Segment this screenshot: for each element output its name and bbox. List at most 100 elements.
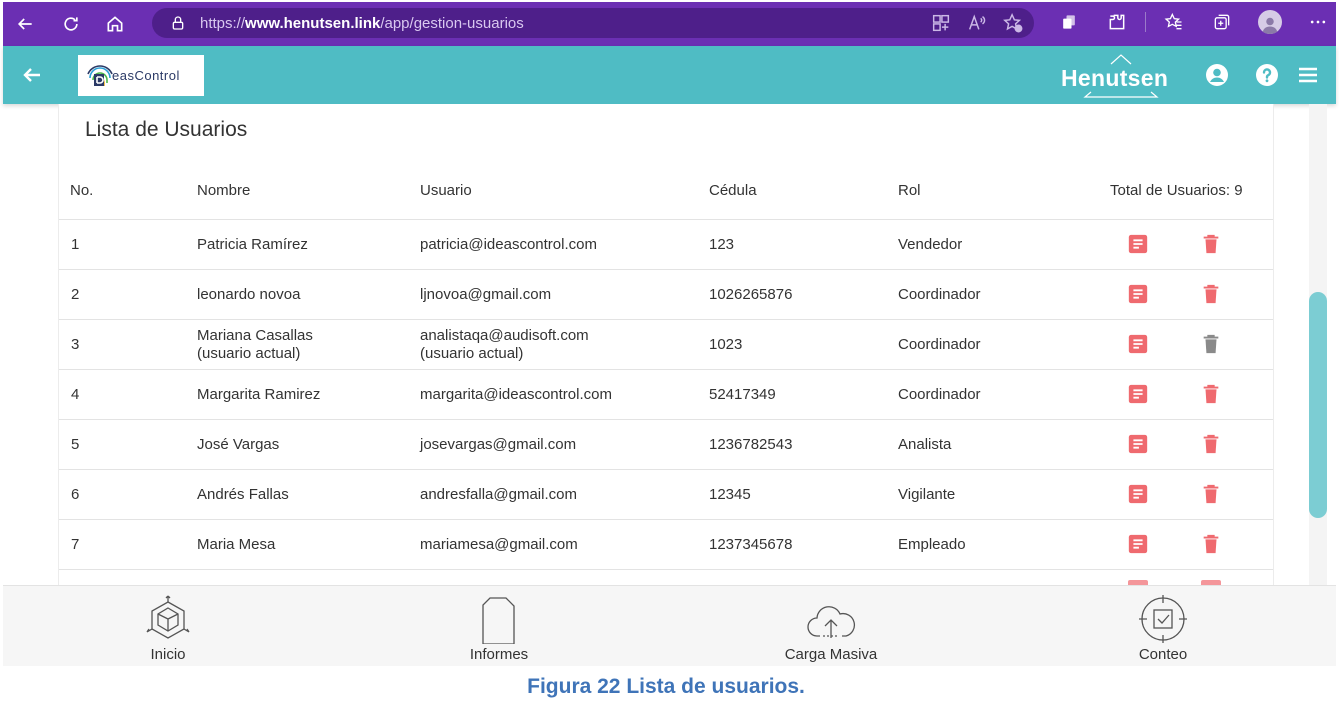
edit-user-icon[interactable] xyxy=(1127,333,1149,355)
cell-user: margarita@ideascontrol.com xyxy=(420,386,612,403)
cell-role: Analista xyxy=(898,436,952,453)
current-user-note: (usuario actual) xyxy=(420,345,524,362)
cell-cedula: 1026265876 xyxy=(709,286,793,303)
edit-user-icon[interactable] xyxy=(1127,533,1149,555)
cell-role: Coordinador xyxy=(898,386,981,403)
lock-icon xyxy=(172,16,184,30)
cell-role: Vigilante xyxy=(898,486,956,503)
favorites-icon[interactable] xyxy=(1150,0,1198,44)
delete-user-icon[interactable] xyxy=(1200,533,1222,555)
scrollbar-thumb[interactable] xyxy=(1309,292,1327,518)
nav-inicio[interactable]: Inicio xyxy=(108,586,228,666)
edit-user-icon[interactable] xyxy=(1127,283,1149,305)
figure-caption: Figura 22 Lista de usuarios. xyxy=(527,675,805,698)
cell-cedula: 1237345678 xyxy=(709,536,793,553)
collections-add-icon[interactable] xyxy=(1198,0,1246,44)
cell-no: 7 xyxy=(71,536,80,553)
target-check-icon xyxy=(1139,595,1187,643)
page-title: Lista de Usuarios xyxy=(85,118,248,141)
nav-label: Inicio xyxy=(150,646,186,663)
delete-user-icon[interactable] xyxy=(1200,283,1222,305)
refresh-icon[interactable] xyxy=(49,2,93,46)
cube-icon xyxy=(146,595,190,639)
column-header-usuario: Usuario xyxy=(420,182,472,199)
account-icon[interactable] xyxy=(1205,63,1229,87)
home-icon[interactable] xyxy=(93,2,137,46)
brand-name: Henutsen xyxy=(1061,65,1169,91)
current-user-note: (usuario actual) xyxy=(197,345,301,362)
delete-user-icon[interactable] xyxy=(1200,483,1222,505)
cell-no: 6 xyxy=(71,486,80,503)
edit-user-icon[interactable] xyxy=(1127,433,1149,455)
cell-role: Empleado xyxy=(898,536,966,553)
favorite-add-icon[interactable] xyxy=(1002,12,1024,34)
cell-name: Patricia Ramírez xyxy=(197,236,308,253)
table-row: 1 Patricia Ramírez patricia@ideascontrol… xyxy=(59,219,1273,269)
column-header-rol: Rol xyxy=(898,182,921,199)
app-available-icon[interactable] xyxy=(930,12,952,34)
cell-role: Vendedor xyxy=(898,236,963,253)
cell-user: josevargas@gmail.com xyxy=(420,436,577,453)
cell-user: andresfalla@gmail.com xyxy=(420,486,577,503)
nav-carga-masiva[interactable]: Carga Masiva xyxy=(771,586,891,666)
cell-role: Coordinador xyxy=(898,286,981,303)
app-header: easControl Henutsen xyxy=(3,46,1336,104)
cell-no: 1 xyxy=(71,236,80,253)
cell-name: Mariana Casallas (usuario actual) xyxy=(197,327,313,363)
table-row: 7 Maria Mesa mariamesa@gmail.com 1237345… xyxy=(59,519,1273,569)
cell-no: 5 xyxy=(71,436,80,453)
table-row: 6 Andrés Fallas andresfalla@gmail.com 12… xyxy=(59,469,1273,519)
url-text: https://www.henutsen.link/app/gestion-us… xyxy=(200,14,524,32)
henutsen-logo: Henutsen xyxy=(1059,54,1183,98)
delete-user-icon[interactable] xyxy=(1200,433,1222,455)
table-row: 4 Margarita Ramirez margarita@ideascontr… xyxy=(59,369,1273,419)
help-icon[interactable] xyxy=(1255,63,1279,87)
collections-icon[interactable] xyxy=(1045,0,1093,44)
read-aloud-icon[interactable] xyxy=(966,12,988,34)
edit-user-icon[interactable] xyxy=(1127,233,1149,255)
hamburger-menu-icon[interactable] xyxy=(1296,63,1320,87)
cell-cedula: 12345 xyxy=(709,486,751,503)
cell-name: leonardo novoa xyxy=(197,286,301,303)
cell-user: patricia@ideascontrol.com xyxy=(420,236,597,253)
document-icon xyxy=(482,597,515,644)
nav-label: Conteo xyxy=(1138,646,1188,663)
cell-user: ljnovoa@gmail.com xyxy=(420,286,552,303)
delete-user-icon[interactable] xyxy=(1200,383,1222,405)
app-back-icon[interactable] xyxy=(20,63,44,87)
cloud-upload-icon xyxy=(807,606,855,638)
bottom-navigation: Inicio Informes Carga Masiva Conteo xyxy=(3,585,1336,666)
browser-back-icon[interactable] xyxy=(3,2,47,46)
profile-icon[interactable] xyxy=(1246,0,1294,44)
user-text: analistaqa@audisoft.com xyxy=(420,327,589,344)
nav-label: Informes xyxy=(469,646,529,663)
total-users-label: Total de Usuarios: 9 xyxy=(1110,182,1243,199)
extensions-icon[interactable] xyxy=(1093,0,1141,44)
nav-conteo[interactable]: Conteo xyxy=(1103,586,1223,666)
delete-user-icon[interactable] xyxy=(1200,233,1222,255)
table-row: 5 José Vargas josevargas@gmail.com 12367… xyxy=(59,419,1273,469)
ideascontrol-logo: easControl xyxy=(78,55,204,96)
table-row: 2 leonardo novoa ljnovoa@gmail.com 10262… xyxy=(59,269,1273,319)
cell-name: Margarita Ramirez xyxy=(197,386,321,403)
column-header-nombre: Nombre xyxy=(197,182,251,199)
column-header-no: No. xyxy=(70,182,94,199)
nav-label: Carga Masiva xyxy=(784,646,878,663)
column-header-cedula: Cédula xyxy=(709,182,757,199)
cell-user: analistaqa@audisoft.com (usuario actual) xyxy=(420,327,589,363)
more-options-icon[interactable] xyxy=(1294,0,1339,44)
edit-user-icon[interactable] xyxy=(1127,483,1149,505)
browser-tools xyxy=(1045,0,1339,44)
cell-no: 3 xyxy=(71,336,80,353)
edit-user-icon[interactable] xyxy=(1127,383,1149,405)
cell-name: José Vargas xyxy=(197,436,280,453)
logo-text: easControl xyxy=(112,68,180,83)
cell-cedula: 52417349 xyxy=(709,386,776,403)
delete-user-disabled-icon xyxy=(1203,334,1219,354)
cell-role: Coordinador xyxy=(898,336,981,353)
table-row-partial xyxy=(59,569,1273,586)
address-bar[interactable]: https://www.henutsen.link/app/gestion-us… xyxy=(152,8,1034,38)
cell-cedula: 1236782543 xyxy=(709,436,793,453)
nav-informes[interactable]: Informes xyxy=(439,586,559,666)
cell-name: Maria Mesa xyxy=(197,536,276,553)
